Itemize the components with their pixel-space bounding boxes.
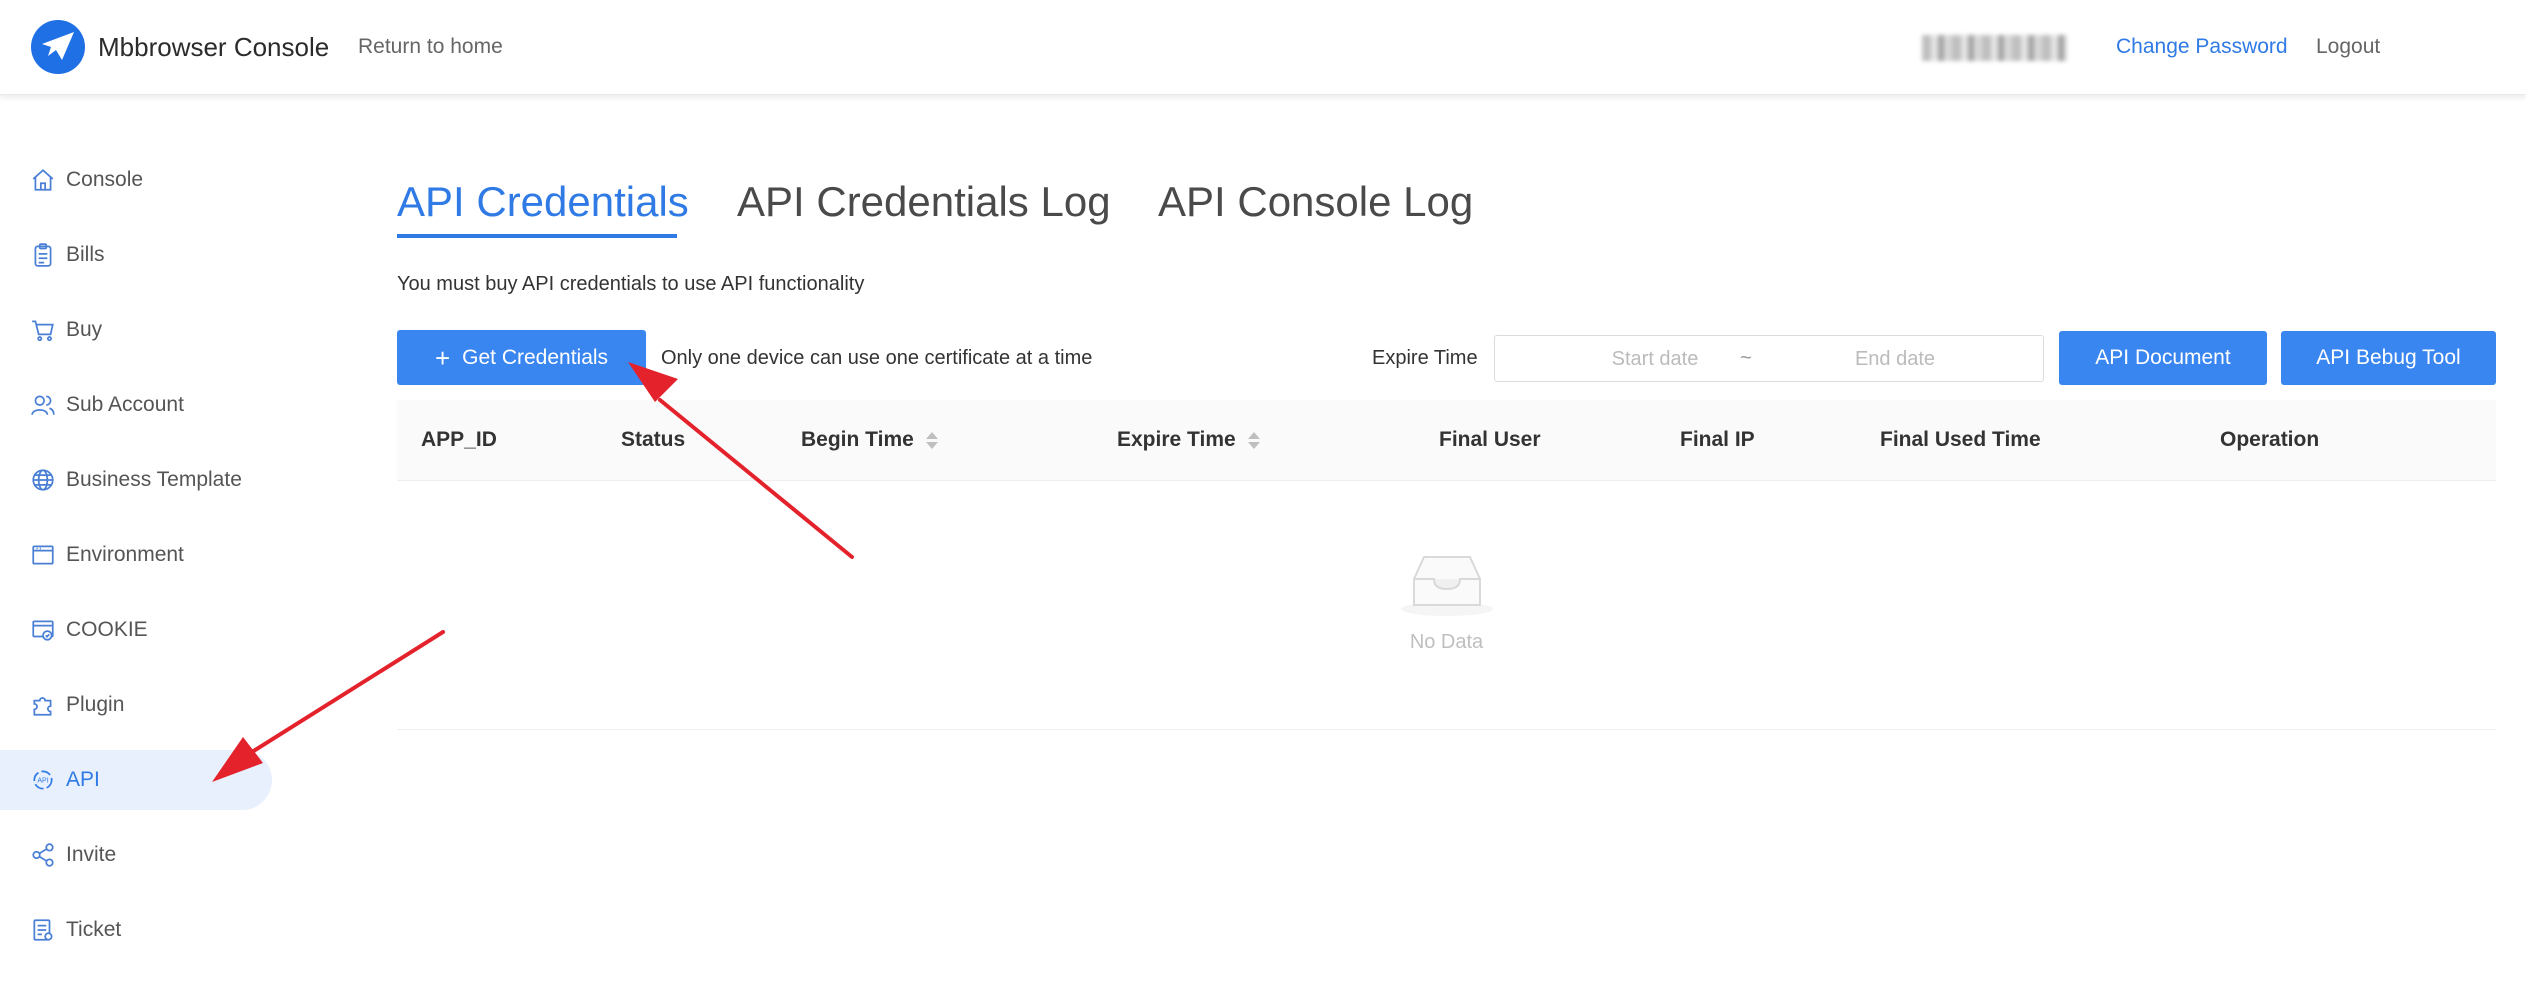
ticket-icon <box>30 917 56 943</box>
sidebar-item-label: Invite <box>66 843 117 866</box>
empty-inbox-icon <box>1401 556 1493 616</box>
sidebar-item-label: Bills <box>66 243 105 266</box>
column-final-user: Final User <box>1439 428 1541 451</box>
api-debug-tool-button[interactable]: API Bebug Tool <box>2281 331 2496 385</box>
sidebar-item-environment[interactable]: Environment <box>0 525 272 585</box>
home-icon <box>30 167 56 193</box>
brand-title: Mbbrowser Console <box>98 32 330 62</box>
sidebar-item-label: Buy <box>66 318 103 341</box>
sidebar-nav: Console Bills Buy Sub Account Business T… <box>0 150 272 975</box>
api-document-button[interactable]: API Document <box>2059 331 2267 385</box>
sidebar-item-plugin[interactable]: Plugin <box>0 675 272 735</box>
sidebar-item-console[interactable]: Console <box>0 150 272 210</box>
start-date-input[interactable] <box>1555 344 1755 374</box>
users-icon <box>30 392 56 418</box>
sidebar-item-label: Ticket <box>66 918 122 941</box>
range-separator: ~ <box>1740 347 1752 369</box>
puzzle-icon <box>30 692 56 718</box>
sidebar-item-label: Plugin <box>66 693 125 716</box>
sidebar-item-buy[interactable]: Buy <box>0 300 272 360</box>
sidebar-item-business-template[interactable]: Business Template <box>0 450 272 510</box>
end-date-input[interactable] <box>1795 344 1995 374</box>
tab-api-credentials-log[interactable]: API Credentials Log <box>737 178 1111 226</box>
expire-time-label: Expire Time <box>1372 347 1478 369</box>
return-home-link[interactable]: Return to home <box>358 35 503 59</box>
one-device-note: Only one device can use one certificate … <box>661 347 1093 369</box>
cart-icon <box>30 317 56 343</box>
clipboard-icon <box>30 242 56 268</box>
sidebar-item-label: Sub Account <box>66 393 184 416</box>
sidebar-item-invite[interactable]: Invite <box>0 825 272 885</box>
svg-text:API: API <box>37 778 48 785</box>
sidebar-item-label: Console <box>66 168 144 191</box>
sidebar-item-label: Business Template <box>66 468 242 491</box>
column-expire-time[interactable]: Expire Time <box>1117 428 1260 452</box>
share-icon <box>30 842 56 868</box>
sidebar-item-label: COOKIE <box>66 618 148 641</box>
credentials-table-body: No Data <box>397 481 2496 730</box>
sidebar-item-ticket[interactable]: Ticket <box>0 900 272 960</box>
no-data-text: No Data <box>1409 631 1484 653</box>
cookie-card-icon <box>30 617 56 643</box>
column-app-id: APP_ID <box>421 428 497 451</box>
tab-api-console-log[interactable]: API Console Log <box>1158 178 1473 226</box>
column-operation: Operation <box>2220 428 2320 451</box>
username-redacted <box>1922 35 2067 61</box>
column-status: Status <box>621 428 686 451</box>
sort-caret-icon[interactable] <box>925 431 938 449</box>
top-header: Mbbrowser Console Return to home Change … <box>0 0 2526 95</box>
sort-caret-icon[interactable] <box>1247 431 1260 449</box>
tab-api-credentials[interactable]: API Credentials <box>397 178 689 226</box>
change-password-link[interactable]: Change Password <box>2116 35 2288 59</box>
get-credentials-button[interactable]: + Get Credentials <box>397 330 646 385</box>
globe-icon <box>30 467 56 493</box>
mbbrowser-logo[interactable] <box>31 20 85 74</box>
sidebar-item-sub-account[interactable]: Sub Account <box>0 375 272 435</box>
column-final-used-time: Final Used Time <box>1880 428 2041 451</box>
column-final-ip: Final IP <box>1680 428 1755 451</box>
sidebar-item-label: API <box>66 768 100 791</box>
logout-link[interactable]: Logout <box>2316 35 2380 59</box>
sidebar-item-label: Environment <box>66 543 184 566</box>
get-credentials-label: Get Credentials <box>462 345 609 369</box>
credentials-table-header: APP_ID Status Begin Time Expire Time Fin… <box>397 400 2496 481</box>
purchase-notice: You must buy API credentials to use API … <box>397 273 865 295</box>
api-icon: API <box>30 767 56 793</box>
expire-date-range-picker[interactable]: ~ <box>1494 335 2044 382</box>
bird-logo-icon <box>42 32 74 60</box>
sidebar-item-api[interactable]: API API <box>0 750 272 810</box>
window-icon <box>30 542 56 568</box>
sidebar-item-cookie[interactable]: COOKIE <box>0 600 272 660</box>
sidebar-item-bills[interactable]: Bills <box>0 225 272 285</box>
column-begin-time[interactable]: Begin Time <box>801 428 938 452</box>
active-tab-indicator <box>397 234 677 238</box>
plus-icon: + <box>434 342 451 373</box>
